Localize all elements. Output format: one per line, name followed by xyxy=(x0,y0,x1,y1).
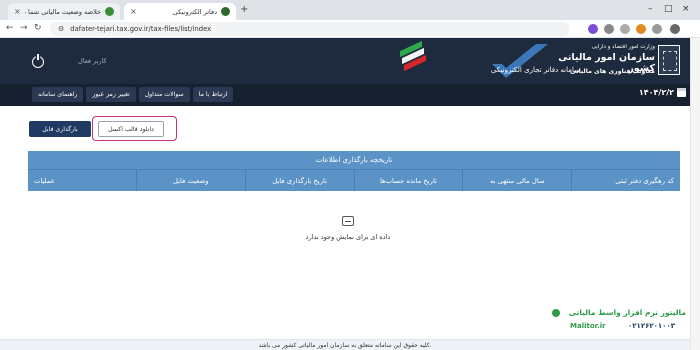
menu-icon[interactable] xyxy=(670,24,680,34)
nav-change-password[interactable]: تغییر رمز عبور xyxy=(86,87,136,102)
extension-icon[interactable] xyxy=(636,24,646,34)
iran-flag-icon xyxy=(400,40,428,78)
date-text: ۱۴۰۴/۲/۲ xyxy=(638,88,674,97)
address-bar[interactable]: ⚙ dafater-tejari.tax.gov.ir/tax-files/li… xyxy=(50,22,570,36)
ministry-name: وزارت امور اقتصاد و دارایی xyxy=(591,44,655,50)
close-window-icon[interactable]: × xyxy=(682,4,690,14)
extension-icon[interactable] xyxy=(620,24,630,34)
site-favicon-icon xyxy=(221,7,230,16)
column-header-fiscal-year: سال مالی منتهی به xyxy=(462,170,571,191)
brand-name: مالیتور نرم افزار واسط مالیاتی xyxy=(568,308,686,317)
minimize-icon[interactable]: – xyxy=(648,4,653,14)
extension-icon[interactable] xyxy=(588,24,598,34)
forward-icon[interactable]: → xyxy=(20,23,28,33)
column-header-upload-date: تاریخ بارگذاری فایل xyxy=(244,170,354,191)
browser-tab-tax-status[interactable]: × خلاصه وضعیت مالیاتی شما در ... xyxy=(8,3,120,20)
tab-title: خلاصه وضعیت مالیاتی شما در ... xyxy=(25,7,101,16)
column-header-tracking-code: کد رهگیری دفتر ثبتی xyxy=(571,170,680,191)
maximize-icon[interactable]: □ xyxy=(664,4,673,14)
site-favicon-icon xyxy=(105,7,114,16)
empty-inbox-icon xyxy=(342,216,354,226)
browser-tab-strip: × خلاصه وضعیت مالیاتی شما در ... × دفاتر… xyxy=(0,0,700,20)
username: کاربر فعال xyxy=(78,57,107,65)
calendar-icon xyxy=(677,88,686,97)
column-header-balance-date: تاریخ مانده حساب‌ها xyxy=(353,170,463,191)
browser-tab-electronic-ledgers[interactable]: × دفاتر الکترونیکی xyxy=(124,3,236,20)
table-header: کد رهگیری دفتر ثبتی سال مالی منتهی به تا… xyxy=(28,169,680,191)
empty-state-message: داده ای برای نمایش وجود ندارد xyxy=(305,233,391,241)
browser-toolbar: ← → ↻ ⚙ dafater-tejari.tax.gov.ir/tax-fi… xyxy=(0,20,700,38)
nav-buttons: راهنمای سامانه تغییر رمز عبور سوالات متد… xyxy=(32,87,234,102)
back-icon[interactable]: ← xyxy=(6,23,14,33)
close-icon[interactable]: × xyxy=(130,7,137,16)
reload-icon[interactable]: ↻ xyxy=(34,23,42,33)
column-header-file-status: وضعیت فایل xyxy=(135,170,245,191)
url-text: dafater-tejari.tax.gov.ir/tax-files/list… xyxy=(70,25,212,33)
extension-icon[interactable] xyxy=(604,24,614,34)
page-footer: کلیه حقوق این سامانه متعلق به سازمان امو… xyxy=(0,339,690,350)
site-info-icon[interactable]: ⚙ xyxy=(58,25,64,33)
column-header-operations: عملیات xyxy=(34,176,55,185)
department-name: معاونت فناوری های مالیاتی xyxy=(569,68,655,75)
brand-website[interactable]: Malitor.ir xyxy=(570,322,606,330)
nav-faq[interactable]: سوالات متداول xyxy=(138,87,190,102)
new-tab-button[interactable]: + xyxy=(240,4,248,15)
current-date: ۱۴۰۴/۲/۲ xyxy=(639,88,686,97)
download-excel-template-button[interactable]: دانلود قالب اکسل xyxy=(98,121,164,137)
organization-emblem-icon xyxy=(658,45,680,75)
upload-file-button[interactable]: بارگذاری فایل xyxy=(29,121,91,137)
nav-system-guide[interactable]: راهنمای سامانه xyxy=(32,87,84,102)
nav-contact-us[interactable]: ارتباط با ما xyxy=(192,87,234,102)
brand-phone: ۰۲۱۲۶۲۰۱۰۰۳ xyxy=(628,322,675,330)
main-nav: راهنمای سامانه تغییر رمز عبور سوالات متد… xyxy=(0,84,690,106)
profile-avatar-icon[interactable] xyxy=(652,24,662,34)
close-icon[interactable]: × xyxy=(14,7,21,16)
page-scrollbar[interactable] xyxy=(690,38,700,350)
site-header: کاربر فعال سامانه دفاتر تجاری الکترونیکی… xyxy=(0,38,690,84)
tab-title: دفاتر الکترونیکی xyxy=(172,7,217,16)
table-title: تاریخچه بارگذاری اطلاعات xyxy=(28,151,680,169)
power-logout-icon[interactable] xyxy=(32,54,44,68)
malitor-logo-icon xyxy=(552,309,560,317)
